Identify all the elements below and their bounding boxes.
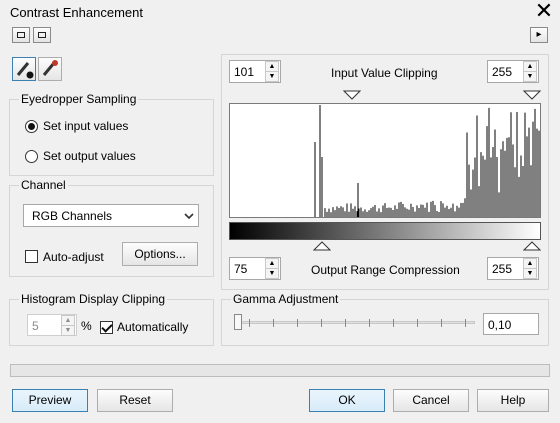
slider-tick: [417, 319, 418, 327]
eyedropper-sampling-group: [9, 99, 214, 176]
channel-title: Channel: [19, 178, 68, 192]
single-view-icon: [17, 32, 25, 38]
gamma-value: 0,10: [488, 318, 512, 332]
slider-tick: [465, 319, 466, 327]
gamma-title: Gamma Adjustment: [231, 292, 341, 306]
input-low-value: 101: [234, 65, 255, 79]
eyedropper-plus-button[interactable]: [38, 57, 62, 81]
progress-bar: [10, 364, 550, 377]
set-output-values-label[interactable]: Set output values: [43, 149, 136, 163]
output-high-value: 255: [492, 262, 513, 276]
close-icon[interactable]: ✕: [533, 0, 555, 23]
chevron-down-icon: [184, 213, 194, 220]
histogram-display: [229, 103, 541, 218]
output-high-spinner[interactable]: 255 ▲ ▼: [487, 257, 539, 280]
output-low-spinner[interactable]: 75 ▲ ▼: [229, 257, 281, 280]
options-button[interactable]: Options...: [122, 242, 198, 266]
help-button[interactable]: Help: [477, 389, 549, 412]
automatically-checkbox[interactable]: [100, 321, 113, 334]
auto-adjust-checkbox[interactable]: [25, 250, 38, 263]
spin-down-icon[interactable]: ▼: [523, 268, 537, 279]
clipping-percent-value: 5: [32, 319, 39, 333]
set-input-values-label[interactable]: Set input values: [43, 119, 128, 133]
preview-button[interactable]: Preview: [12, 389, 88, 412]
auto-adjust-label[interactable]: Auto-adjust: [43, 250, 104, 264]
gamma-slider-thumb[interactable]: [234, 314, 242, 330]
eyedropper-button[interactable]: [12, 57, 36, 81]
automatically-label[interactable]: Automatically: [117, 320, 188, 334]
input-high-value: 255: [492, 65, 513, 79]
slider-tick: [249, 319, 250, 327]
single-view-button[interactable]: [12, 27, 30, 43]
output-high-marker-icon[interactable]: [523, 241, 541, 251]
clipping-percent-spinner[interactable]: 5 ▲ ▼: [27, 314, 77, 336]
output-low-value: 75: [234, 262, 248, 276]
histogram-clipping-title: Histogram Display Clipping: [19, 292, 168, 306]
slider-tick: [393, 319, 394, 327]
slider-tick: [273, 319, 274, 327]
gamma-value-field[interactable]: 0,10: [483, 313, 539, 335]
histogram-plot: [314, 105, 540, 217]
cancel-button[interactable]: Cancel: [393, 389, 469, 412]
slider-tick: [345, 319, 346, 327]
reset-button[interactable]: Reset: [97, 389, 173, 412]
input-high-marker-icon[interactable]: [523, 90, 541, 100]
tone-gradient-bar: [229, 222, 541, 240]
eyedropper-sampling-title: Eyedropper Sampling: [19, 92, 139, 106]
dual-view-button[interactable]: [33, 27, 51, 43]
channel-select[interactable]: RGB Channels: [23, 204, 199, 227]
ok-button[interactable]: OK: [309, 389, 385, 412]
input-value-clipping-label: Input Value Clipping: [331, 66, 438, 80]
slider-tick: [321, 319, 322, 327]
input-low-spinner[interactable]: 101 ▲ ▼: [229, 60, 281, 83]
dual-view-icon: [38, 32, 46, 38]
spin-down-icon[interactable]: ▼: [61, 325, 75, 336]
spin-down-icon[interactable]: ▼: [523, 71, 537, 82]
channel-select-value: RGB Channels: [32, 209, 113, 223]
eyedropper-icon: [16, 62, 34, 79]
input-high-spinner[interactable]: 255 ▲ ▼: [487, 60, 539, 83]
eyedropper-plus-icon: [42, 60, 58, 76]
spin-down-icon[interactable]: ▼: [265, 268, 279, 279]
slider-tick: [369, 319, 370, 327]
expand-arrow-button[interactable]: ▸: [530, 27, 548, 43]
output-range-compression-label: Output Range Compression: [311, 263, 460, 277]
spin-down-icon[interactable]: ▼: [265, 71, 279, 82]
set-output-values-radio[interactable]: [25, 150, 38, 163]
slider-tick: [441, 319, 442, 327]
input-low-marker-icon[interactable]: [343, 90, 361, 100]
window-title: Contrast Enhancement: [10, 5, 143, 20]
percent-unit: %: [81, 319, 92, 333]
slider-tick: [297, 319, 298, 327]
gamma-slider-ticks: [237, 319, 475, 327]
output-low-marker-icon[interactable]: [313, 241, 331, 251]
set-input-values-radio[interactable]: [25, 120, 38, 133]
